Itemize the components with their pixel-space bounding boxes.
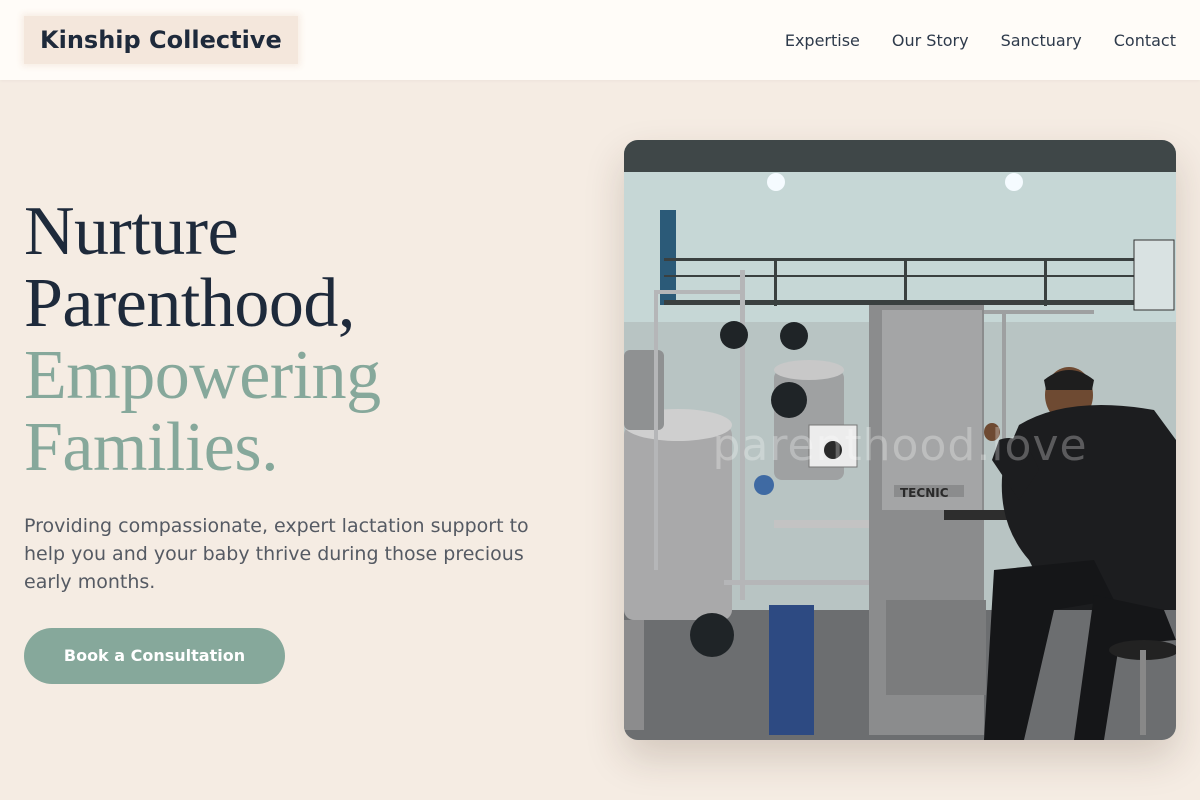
headline-line-3: Empowering	[24, 337, 381, 414]
nav-link-our-story[interactable]: Our Story	[892, 31, 969, 50]
nav-link-contact[interactable]: Contact	[1114, 31, 1176, 50]
headline-line-1: Nurture	[24, 193, 239, 270]
book-consultation-button[interactable]: Book a Consultation	[24, 628, 285, 684]
image-watermark: parenthood.love	[712, 420, 1088, 471]
nav-link-sanctuary[interactable]: Sanctuary	[1001, 31, 1082, 50]
main-nav: Expertise Our Story Sanctuary Contact	[785, 31, 1176, 50]
hero-text: Nurture Parenthood, Empowering Families.…	[24, 196, 584, 684]
headline-line-4: Families.	[24, 409, 279, 486]
nav-link-expertise[interactable]: Expertise	[785, 31, 860, 50]
headline-line-2: Parenthood,	[24, 265, 355, 342]
brand-logo[interactable]: Kinship Collective	[24, 16, 298, 64]
equipment-brand-label: TECNIC	[900, 486, 949, 500]
hero-image: TECNIC parenthood.love	[624, 140, 1176, 740]
site-header: Kinship Collective Expertise Our Story S…	[0, 0, 1200, 80]
hero-headline: Nurture Parenthood, Empowering Families.	[24, 196, 584, 484]
hero-description: Providing compassionate, expert lactatio…	[24, 515, 529, 593]
